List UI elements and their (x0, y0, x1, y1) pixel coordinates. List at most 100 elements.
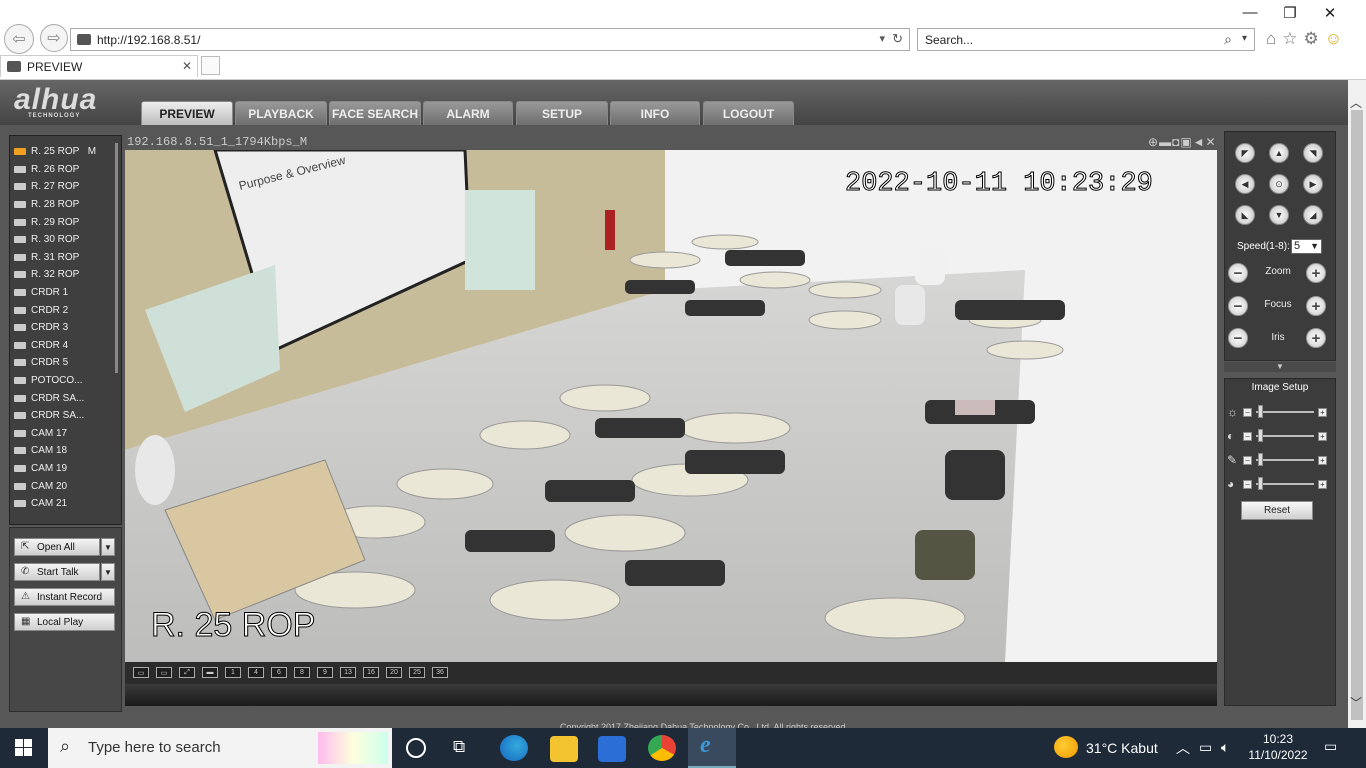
camera-item[interactable]: R. 30 ROP (10, 231, 121, 249)
search-dropdown-icon[interactable]: ▾ (1242, 33, 1247, 44)
forward-button[interactable]: ⇨ (40, 24, 68, 52)
home-icon[interactable]: ⌂ (1266, 29, 1276, 49)
camera-item[interactable]: R. 26 ROP (10, 161, 121, 179)
contrast-slider[interactable] (1256, 429, 1314, 442)
reset-button[interactable]: Reset (1241, 501, 1313, 520)
network-icon[interactable]: ▭ (1199, 739, 1212, 756)
camera-item[interactable]: R. 28 ROP (10, 196, 121, 214)
minimize-icon[interactable]: — (1230, 4, 1270, 22)
camera-item[interactable]: R. 31 ROP (10, 249, 121, 267)
ptz-up-right-icon[interactable]: ◥ (1303, 143, 1323, 163)
camera-item[interactable]: CRDR 4 (10, 337, 121, 355)
camera-item[interactable]: CAM 18 (10, 442, 121, 460)
ptz-down-right-icon[interactable]: ◢ (1303, 205, 1323, 225)
local-play-button[interactable]: ▦ Local Play (14, 613, 115, 631)
ptz-up-icon[interactable]: ▲ (1269, 143, 1289, 163)
browser-tab[interactable]: PREVIEW ✕ (0, 55, 198, 77)
saturation-decrease-button[interactable]: − (1243, 455, 1252, 465)
snapshot-icon[interactable]: ▬ (1159, 135, 1172, 149)
layout-6-button[interactable]: 6 (271, 667, 287, 678)
store-icon[interactable] (598, 736, 626, 762)
iris-plus-button[interactable]: + (1306, 328, 1326, 348)
page-scrollbar[interactable]: ︿ ﹀ (1348, 80, 1366, 728)
camera-item[interactable]: CRDR 2 (10, 301, 121, 319)
layout-20-button[interactable]: 20 (386, 667, 402, 678)
tab-playback[interactable]: PLAYBACK (235, 101, 327, 125)
contrast-decrease-button[interactable]: − (1243, 431, 1252, 441)
volume-icon[interactable]: 🔈︎ (1221, 739, 1229, 756)
layout-25-button[interactable]: 25 (409, 667, 425, 678)
brightness-slider[interactable] (1256, 405, 1314, 418)
layout-36-button[interactable]: 36 (432, 667, 448, 678)
restore-icon[interactable]: ❐ (1270, 4, 1310, 22)
windows-start-icon[interactable] (15, 739, 32, 756)
start-talk-button[interactable]: ✆ Start Talk (14, 563, 100, 581)
favorites-icon[interactable]: ☆ (1282, 29, 1297, 49)
smiley-icon[interactable]: ☺ (1325, 29, 1342, 49)
speed-select[interactable]: 5 ▼ (1291, 239, 1322, 254)
camera-item[interactable]: CRDR 1 (10, 284, 121, 302)
contrast-increase-button[interactable]: + (1318, 431, 1327, 441)
dropdown-arrow-icon[interactable]: ▾ (879, 32, 885, 45)
open-all-button[interactable]: ⇱ Open All (14, 538, 100, 556)
saturation-increase-button[interactable]: + (1318, 455, 1327, 465)
ptz-down-icon[interactable]: ▼ (1269, 205, 1289, 225)
camera-item[interactable]: CRDR 5 (10, 354, 121, 372)
tab-alarm[interactable]: ALARM (423, 101, 513, 125)
instant-record-button[interactable]: ⚠ Instant Record (14, 588, 115, 606)
layout-button[interactable]: ▬ (202, 667, 218, 678)
tab-close-icon[interactable]: ✕ (182, 59, 192, 73)
slider-knob[interactable] (1258, 453, 1263, 466)
camera-item[interactable]: CRDR SA... (10, 389, 121, 407)
camera-item[interactable]: CAM 17 (10, 425, 121, 443)
camera-item[interactable]: R. 25 ROP M (10, 143, 121, 161)
edge-icon[interactable] (500, 735, 528, 761)
focus-minus-button[interactable]: − (1228, 296, 1248, 316)
chevron-up-icon[interactable]: ︿ (1176, 738, 1190, 758)
brightness-increase-button[interactable]: + (1318, 407, 1327, 417)
gear-icon[interactable]: ⚙ (1304, 29, 1319, 49)
browser-search-input[interactable]: Search... ⌕ ▾ (917, 28, 1255, 51)
weather-icon[interactable] (1054, 736, 1078, 758)
camera-list-scrollbar[interactable] (115, 143, 118, 373)
slider-knob[interactable] (1258, 477, 1263, 490)
ptz-collapse-icon[interactable]: ▼ (1224, 362, 1336, 372)
zoom-in-button[interactable]: + (1306, 263, 1326, 283)
ptz-center-zoom-icon[interactable]: ⊙ (1269, 174, 1289, 194)
tab-logout[interactable]: LOGOUT (703, 101, 794, 125)
layout-8-button[interactable]: 8 (294, 667, 310, 678)
ie-taskbar-item[interactable]: e (688, 728, 736, 768)
tab-info[interactable]: INFO (610, 101, 700, 125)
cortana-icon[interactable] (406, 738, 426, 758)
clock[interactable]: 10:23 11/10/2022 (1248, 731, 1308, 763)
scroll-down-icon[interactable]: ﹀ (1350, 694, 1362, 711)
task-view-icon[interactable]: ⧉ (453, 737, 465, 757)
video-feed[interactable]: Purpose & Overview 2022-10-11 10:23:29 R… (125, 150, 1217, 662)
camera-item[interactable]: CRDR SA... (10, 407, 121, 425)
close-video-icon[interactable]: ✕ (1206, 135, 1217, 149)
saturation-slider[interactable] (1256, 453, 1314, 466)
zoom-out-button[interactable]: − (1228, 263, 1248, 283)
tab-preview[interactable]: PREVIEW (141, 101, 233, 125)
ptz-down-left-icon[interactable]: ◣ (1235, 205, 1255, 225)
layout-button[interactable]: ▭ (133, 667, 149, 678)
record-icon[interactable]: ▣ (1180, 135, 1192, 149)
ptz-up-left-icon[interactable]: ◤ (1235, 143, 1255, 163)
fullscreen-button[interactable]: ⤢ (179, 667, 195, 678)
chrome-icon[interactable] (648, 735, 676, 761)
hue-slider[interactable] (1256, 477, 1314, 490)
start-talk-dropdown[interactable]: ▼ (101, 563, 115, 581)
camera-item[interactable]: CRDR 3 (10, 319, 121, 337)
close-icon[interactable]: ✕ (1310, 4, 1350, 22)
zoom-icon[interactable]: ⊕ (1148, 135, 1159, 149)
address-bar[interactable]: http://192.168.8.51/ ▾ ↻ (70, 28, 910, 51)
tab-face-search[interactable]: FACE SEARCH (329, 101, 421, 125)
brightness-decrease-button[interactable]: − (1243, 407, 1252, 417)
layout-4-button[interactable]: 4 (248, 667, 264, 678)
audio-icon[interactable]: ◄ (1193, 135, 1206, 149)
back-button[interactable]: ⇦ (4, 24, 34, 54)
open-all-dropdown[interactable]: ▼ (101, 538, 115, 556)
ptz-right-icon[interactable]: ▶ (1303, 174, 1323, 194)
camera-item[interactable]: CAM 19 (10, 460, 121, 478)
search-icon[interactable]: ⌕ (1224, 31, 1232, 48)
